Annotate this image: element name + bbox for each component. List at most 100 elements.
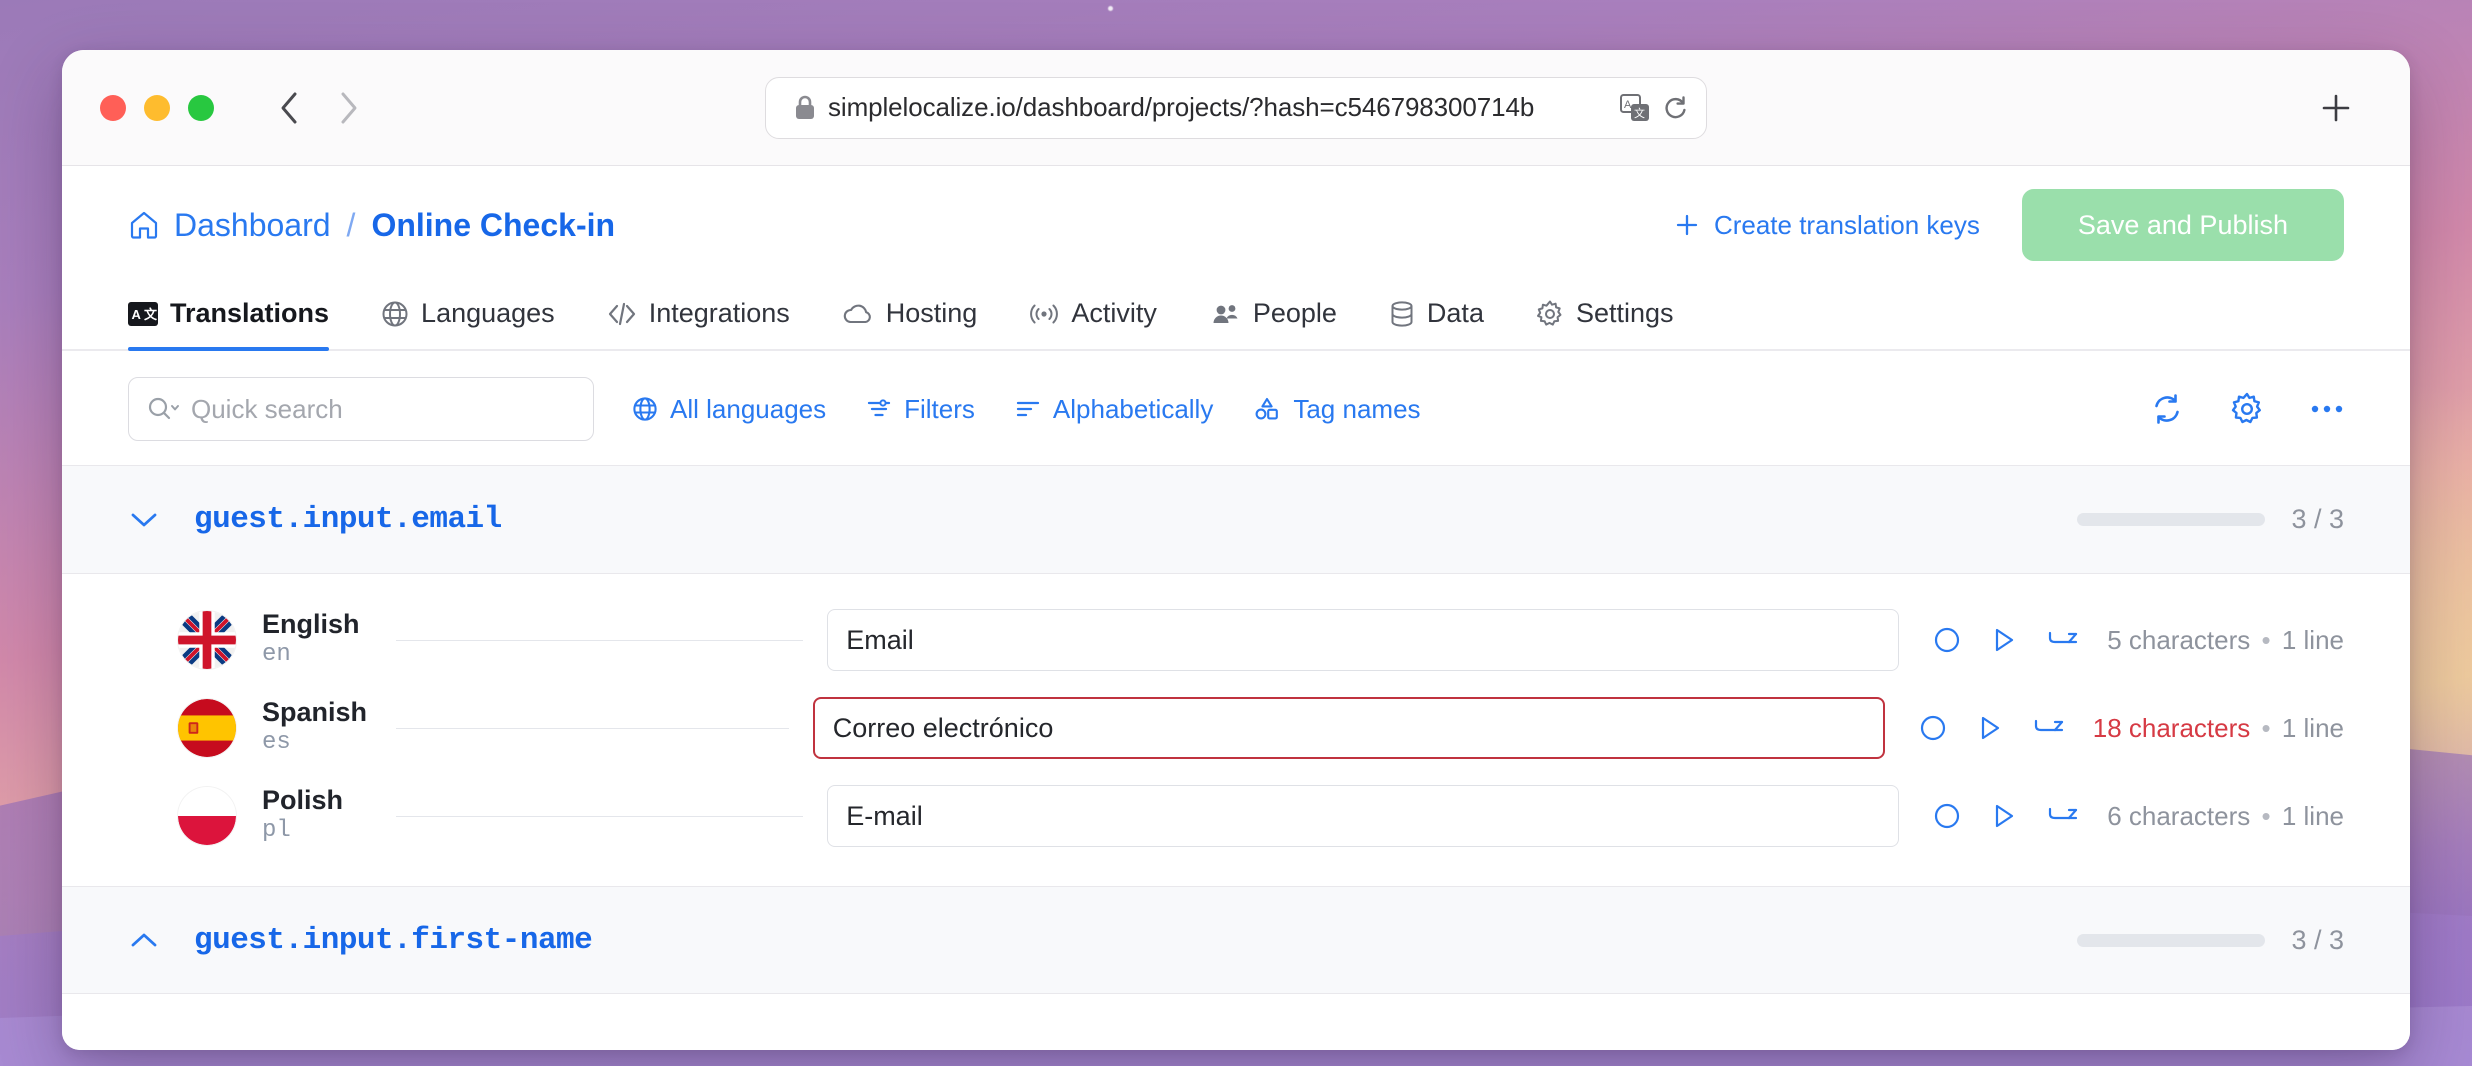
more-horizontal-icon[interactable] [2310,403,2344,415]
translate-icon: A文 [128,301,158,327]
search-input[interactable] [191,393,575,425]
browser-chrome: simplelocalize.io/dashboard/projects/?ha… [62,50,2410,166]
flag-gb [178,611,236,669]
play-icon[interactable] [1991,802,2017,830]
create-translation-keys-button[interactable]: Create translation keys [1674,210,1980,241]
completion-count: 3 / 3 [2291,924,2344,955]
character-count: 18 characters [2092,712,2251,743]
globe-icon [381,300,409,328]
language-code: pl [262,816,291,844]
reload-icon[interactable] [1662,94,1688,122]
translation-key-name: guest.input.email [194,502,502,537]
tab-languages[interactable]: Languages [355,284,581,349]
line-break-icon[interactable] [2047,628,2079,652]
svg-text:文: 文 [1634,106,1645,120]
tab-languages-label: Languages [421,298,555,328]
row-connector [396,727,789,729]
plus-icon [1674,212,1700,238]
translation-input-wrapper[interactable] [827,785,1900,847]
search-box[interactable] [128,377,594,441]
window-traffic-lights [100,94,214,121]
tab-hosting-label: Hosting [885,298,978,328]
language-info: English en [262,609,382,670]
sort-order-label: Alphabetically [1052,393,1214,424]
all-languages-filter[interactable]: All languages [632,394,826,425]
character-count: 6 characters [2107,800,2251,831]
filters-button[interactable]: Filters [866,394,975,425]
language-name: English [262,609,360,640]
list-toolbar: All languages Filters Alphabetically [62,351,2410,465]
character-count: 5 characters [2107,624,2251,655]
database-icon [1389,300,1415,328]
gear-icon [1536,300,1564,328]
translation-input-wrapper[interactable] [827,609,1900,671]
meta-separator: • [2261,800,2271,831]
tab-translations-label: Translations [170,298,330,328]
circle-icon[interactable] [1933,802,1961,830]
gear-icon[interactable] [2230,392,2264,426]
row-meta: 5 characters • 1 line [2107,625,2344,656]
translation-input[interactable] [832,712,1865,744]
sort-order-button[interactable]: Alphabetically [1015,394,1213,425]
breadcrumb: Dashboard / Online Check-in [128,207,615,244]
close-window-button[interactable] [100,94,126,121]
line-count: 1 line [2281,712,2344,743]
forward-chevron-icon[interactable] [336,92,362,123]
address-bar[interactable]: simplelocalize.io/dashboard/projects/?ha… [765,76,1707,139]
play-icon[interactable] [1991,626,2017,654]
toolbar-actions: All languages Filters Alphabetically Tag… [632,394,1421,425]
breadcrumb-dashboard-link[interactable]: Dashboard [174,207,331,244]
language-info: Polish pl [262,785,382,846]
row-action-icons [1919,714,2065,742]
tab-integrations[interactable]: Integrations [581,284,816,349]
all-languages-label: All languages [670,393,827,424]
tab-activity[interactable]: Activity [1003,284,1183,349]
maximize-window-button[interactable] [188,94,214,121]
code-icon [607,301,637,327]
translation-input[interactable] [846,624,1881,656]
row-connector [396,815,804,817]
breadcrumb-separator: / [346,206,356,243]
broadcast-icon [1029,301,1059,327]
header-actions: Create translation keys Save and Publish [1674,189,2344,261]
tab-settings[interactable]: Settings [1510,284,1700,349]
tab-translations[interactable]: A文 Translations [128,284,355,351]
translation-key-header[interactable]: guest.input.first-name 3 / 3 [62,886,2410,994]
save-and-publish-button[interactable]: Save and Publish [2021,189,2344,261]
tab-data[interactable]: Data [1363,284,1510,349]
shapes-tag-icon [1253,396,1281,422]
translation-row: Polish pl E-mail 6 characters • 1 line [62,772,2410,860]
translation-key-name: guest.input.first-name [194,922,593,958]
translation-rows: English en Email 5 characters • 1 line S… [62,574,2410,886]
chevron-down-icon[interactable] [128,509,160,531]
line-count: 1 line [2281,800,2344,831]
home-icon[interactable] [128,209,160,241]
translation-input[interactable] [846,800,1881,832]
filter-icon [866,396,892,422]
minimize-window-button[interactable] [144,94,170,121]
tab-hosting[interactable]: Hosting [816,284,1004,349]
svg-text:A: A [1624,99,1632,111]
back-chevron-icon[interactable] [276,92,302,123]
app-header: Dashboard / Online Check-in Create trans… [62,166,2410,284]
translation-input-wrapper[interactable] [812,697,1885,759]
tab-people[interactable]: People [1183,284,1363,349]
row-meta: 18 characters • 1 line [2093,713,2344,744]
row-meta: 6 characters • 1 line [2107,801,2344,832]
chevron-up-icon[interactable] [128,929,160,951]
line-break-icon[interactable] [2033,716,2065,740]
play-icon[interactable] [1977,714,2003,742]
translate-page-icon[interactable]: A文 [1620,93,1650,122]
tag-names-button[interactable]: Tag names [1253,394,1421,425]
circle-icon[interactable] [1933,626,1961,654]
line-break-icon[interactable] [2047,804,2079,828]
globe-icon [632,396,658,422]
circle-icon[interactable] [1919,714,1947,742]
refresh-icon[interactable] [2150,392,2184,426]
translation-key-header[interactable]: guest.input.email 3 / 3 [62,466,2410,574]
create-translation-keys-label: Create translation keys [1713,209,1980,240]
new-tab-plus-icon[interactable] [2318,90,2354,126]
cloud-icon [842,301,874,327]
completion-count: 3 / 3 [2291,504,2344,534]
completion-progress-bar [2077,513,2266,526]
